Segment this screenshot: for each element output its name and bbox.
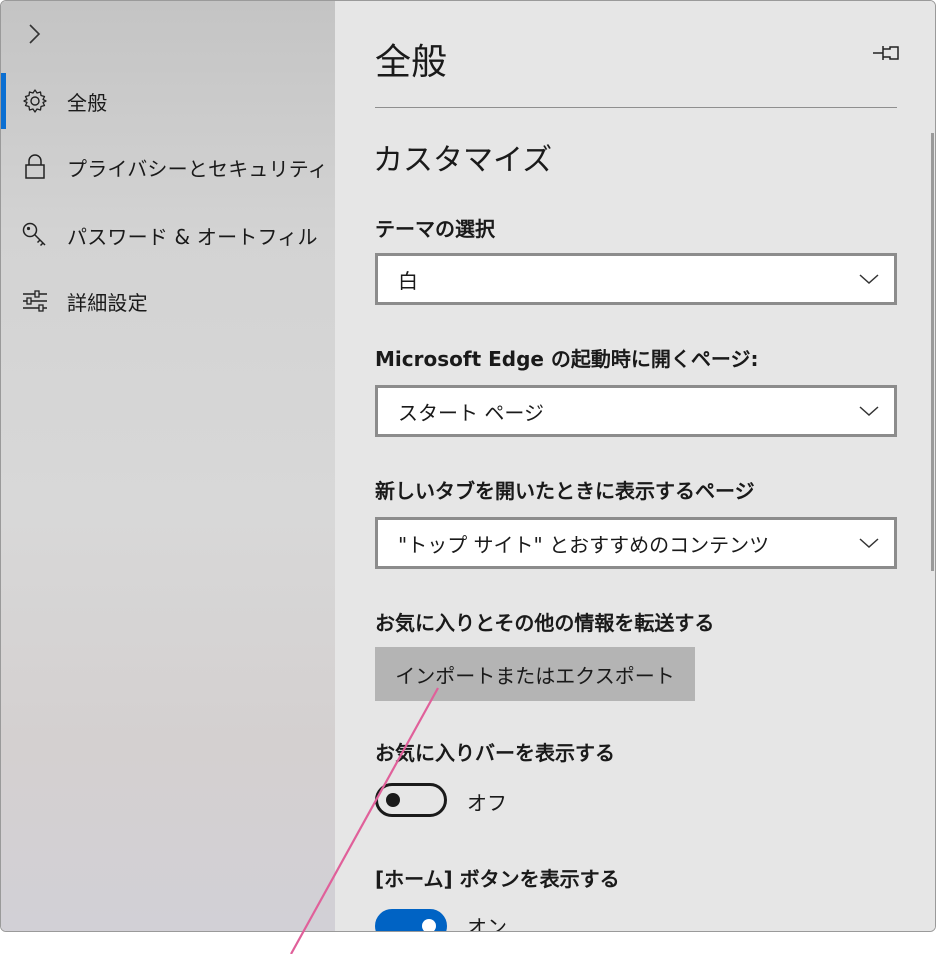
sidebar-item-label: 全般 — [67, 90, 108, 115]
key-icon — [21, 221, 49, 249]
title-divider — [375, 107, 897, 108]
chevron-down-icon — [859, 406, 879, 417]
lock-icon — [21, 153, 49, 181]
sliders-icon — [21, 287, 49, 315]
chevron-down-icon — [859, 274, 879, 285]
import-export-button[interactable]: インポートまたはエクスポート — [375, 647, 695, 701]
sidebar-item-passwords[interactable]: パスワード & オートフィル — [1, 207, 335, 263]
favorites-bar-label: お気に入りバーを表示する — [375, 741, 615, 765]
new-tab-select[interactable]: "トップ サイト" とおすすめのコンテンツ — [375, 517, 897, 569]
sidebar-item-advanced[interactable]: 詳細設定 — [1, 273, 335, 329]
startup-label: Microsoft Edge の起動時に開くページ: — [375, 347, 759, 371]
transfer-label: お気に入りとその他の情報を転送する — [375, 611, 715, 635]
theme-select-value: 白 — [398, 268, 418, 293]
sidebar-item-privacy[interactable]: プライバシーとセキュリティ — [1, 139, 335, 195]
page-title: 全般 — [375, 42, 448, 83]
home-button-label: [ホーム] ボタンを表示する — [375, 867, 620, 891]
new-tab-label: 新しいタブを開いたときに表示するページ — [375, 479, 755, 503]
toggle-knob — [422, 919, 436, 931]
startup-select[interactable]: スタート ページ — [375, 385, 897, 437]
settings-panel: 全般 カスタマイズ テーマの選択 白 Microsoft Edge の起動時に開… — [335, 1, 935, 932]
pin-icon[interactable] — [871, 41, 901, 65]
settings-window: 全般 プライバシーとセキュリティ パスワード & オートフィル 詳細設定 全般 … — [0, 0, 936, 932]
new-tab-select-value: "トップ サイト" とおすすめのコンテンツ — [398, 532, 770, 557]
toggle-knob — [386, 793, 400, 807]
sidebar-item-general[interactable]: 全般 — [1, 73, 335, 129]
theme-label: テーマの選択 — [375, 217, 495, 241]
favorites-bar-state: オフ — [467, 791, 507, 815]
favorites-bar-toggle[interactable] — [375, 783, 447, 817]
chevron-right-icon[interactable] — [23, 21, 45, 47]
gear-icon — [21, 87, 49, 115]
sidebar-item-label: パスワード & オートフィル — [67, 224, 318, 249]
scrollbar[interactable] — [931, 133, 934, 571]
sidebar: 全般 プライバシーとセキュリティ パスワード & オートフィル 詳細設定 — [1, 1, 335, 931]
sidebar-item-label: プライバシーとセキュリティ — [67, 156, 328, 181]
theme-select[interactable]: 白 — [375, 253, 897, 305]
home-button-toggle[interactable] — [375, 909, 447, 931]
section-title: カスタマイズ — [373, 143, 553, 178]
chevron-down-icon — [859, 538, 879, 549]
sidebar-item-label: 詳細設定 — [67, 290, 148, 315]
home-button-state: オン — [467, 915, 507, 932]
startup-select-value: スタート ページ — [398, 400, 544, 425]
